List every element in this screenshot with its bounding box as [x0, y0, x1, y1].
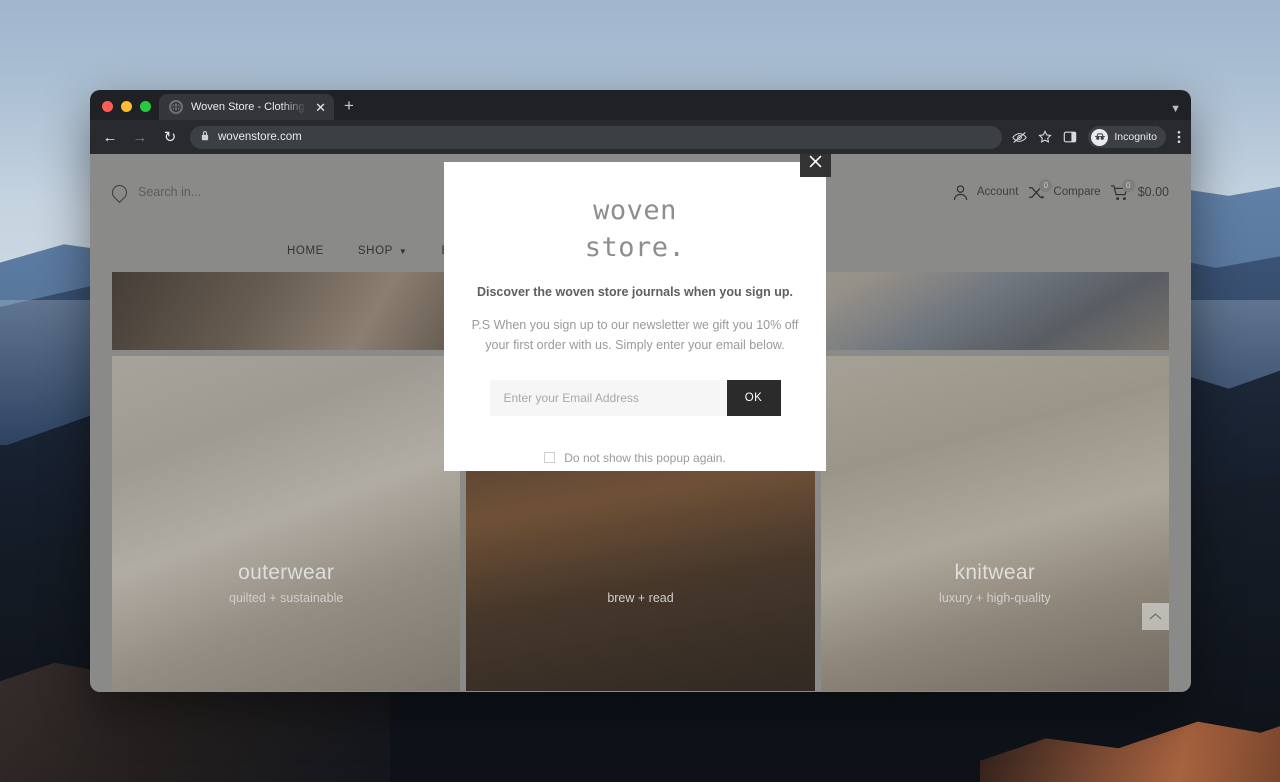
popup-logo: woven store. [585, 192, 686, 267]
eye-off-icon[interactable] [1012, 131, 1028, 144]
kebab-menu-icon[interactable] [1177, 130, 1181, 144]
newsletter-form: OK [489, 379, 781, 416]
browser-tab-title: Woven Store - Clothing, Acces [191, 101, 308, 113]
do-not-show-checkbox[interactable] [544, 452, 556, 464]
browser-window: Woven Store - Clothing, Acces ✕ + ▼ ← → … [90, 90, 1191, 692]
browser-tabstrip: Woven Store - Clothing, Acces ✕ + ▼ [90, 90, 1191, 120]
browser-tab-active[interactable]: Woven Store - Clothing, Acces ✕ [159, 94, 334, 120]
profile-incognito-button[interactable]: Incognito [1088, 126, 1166, 148]
arrow-right-icon[interactable]: → [130, 130, 150, 145]
lock-icon [200, 128, 210, 146]
browser-toolbar: ← → ↻ wovenstore.com Incognito [90, 120, 1191, 154]
arrow-left-icon[interactable]: ← [100, 130, 120, 145]
address-bar[interactable]: wovenstore.com [190, 125, 1003, 149]
newsletter-popup: woven store. Discover the woven store jo… [444, 162, 826, 471]
star-icon[interactable] [1038, 130, 1053, 144]
window-minimize-button[interactable] [121, 101, 132, 112]
popup-heading: Discover the woven store journals when y… [476, 284, 794, 299]
page-viewport: Search in... woven store. Account [90, 154, 1191, 692]
email-input[interactable] [489, 379, 727, 416]
chevron-down-icon[interactable]: ▼ [1170, 103, 1181, 115]
popup-close-button[interactable] [800, 154, 831, 177]
popup-subtext: P.S When you sign up to our newsletter w… [471, 317, 799, 353]
close-icon[interactable]: ✕ [315, 101, 326, 114]
submit-ok-button[interactable]: OK [726, 379, 781, 416]
side-panel-icon[interactable] [1063, 130, 1077, 144]
globe-icon [169, 100, 183, 114]
do-not-show-again-row[interactable]: Do not show this popup again. [544, 450, 726, 465]
address-bar-url: wovenstore.com [218, 131, 302, 143]
toolbar-icons: Incognito [1012, 126, 1181, 148]
popup-logo-line2: store. [584, 232, 686, 264]
close-icon [808, 154, 823, 169]
profile-label: Incognito [1114, 131, 1157, 143]
window-controls [100, 101, 159, 120]
popup-logo-line1: woven [593, 195, 677, 226]
do-not-show-label: Do not show this popup again. [564, 450, 726, 465]
incognito-icon [1091, 128, 1109, 146]
reload-icon[interactable]: ↻ [160, 130, 180, 145]
window-close-button[interactable] [102, 101, 113, 112]
new-tab-button[interactable]: + [344, 97, 354, 114]
newsletter-popup-overlay: woven store. Discover the woven store jo… [90, 154, 1191, 692]
window-maximize-button[interactable] [140, 101, 151, 112]
